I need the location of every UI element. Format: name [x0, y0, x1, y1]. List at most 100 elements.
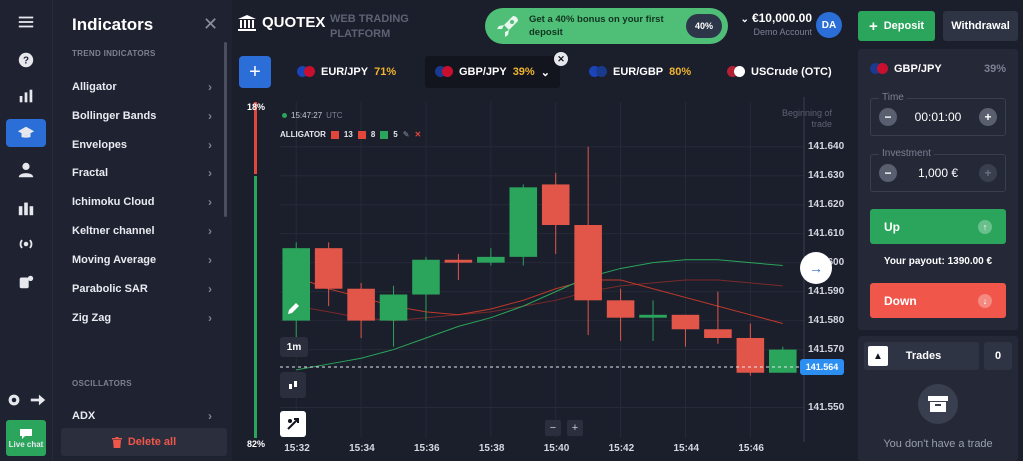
- avatar[interactable]: DA: [816, 12, 842, 38]
- tab-eur-jpy[interactable]: EUR/JPY 71%: [287, 56, 406, 88]
- selected-asset-label: GBP/JPY: [894, 63, 942, 75]
- tab-uscrude-otc[interactable]: USCrude (OTC): [717, 56, 846, 88]
- balance-dropdown[interactable]: ⌄ €10,000.00 Demo Account: [732, 11, 812, 37]
- y-tick-label: 141.630: [808, 169, 845, 181]
- indicator-item[interactable]: Bollinger Bands ›: [72, 105, 212, 127]
- chevron-down-icon: ⌄: [740, 14, 749, 25]
- indicator-item[interactable]: Keltner channel ›: [72, 220, 212, 242]
- pair-flag-icon: [435, 66, 453, 78]
- pencil-icon: [288, 303, 299, 314]
- tab-label: USCrude (OTC): [751, 66, 832, 78]
- bonus-text: Get a 40% bonus on your first deposit: [529, 14, 664, 38]
- timeframe-button[interactable]: 1m: [280, 337, 308, 357]
- y-tick-label: 141.640: [808, 140, 845, 152]
- candle-down: [574, 224, 602, 301]
- chart-type-button[interactable]: [280, 372, 306, 398]
- pair-flag-icon: [589, 66, 607, 78]
- tab-gbp-jpy[interactable]: GBP/JPY 39% ⌄: [425, 56, 560, 88]
- indicator-label: Fractal: [72, 167, 109, 179]
- indicators-tool-button[interactable]: [280, 411, 306, 437]
- draw-tool-button[interactable]: [280, 296, 306, 322]
- caret-up-icon[interactable]: ▲: [868, 346, 888, 366]
- live-chat-button[interactable]: Live chat: [6, 420, 46, 456]
- live-dot-icon: [282, 113, 287, 118]
- profile-icon[interactable]: [6, 156, 46, 184]
- deposit-button[interactable]: + Deposit: [858, 11, 935, 41]
- y-tick-label: 141.620: [808, 198, 845, 210]
- help-icon[interactable]: ?: [6, 46, 46, 74]
- down-label: Down: [884, 293, 917, 308]
- delete-all-button[interactable]: Delete all: [61, 428, 227, 456]
- candles: [282, 146, 797, 376]
- candle-down: [671, 314, 700, 330]
- indicator-item[interactable]: Zig Zag ›: [72, 307, 212, 329]
- up-button[interactable]: Up ↑: [870, 209, 1006, 244]
- indicator-item[interactable]: Fractal ›: [72, 162, 212, 184]
- trades-header[interactable]: ▲ Trades: [864, 342, 979, 370]
- teeth-swatch: [357, 130, 366, 139]
- lips-swatch: [380, 130, 389, 139]
- y-tick-label: 141.610: [808, 227, 845, 239]
- logout-icon[interactable]: [26, 386, 50, 414]
- chevron-right-icon: ›: [208, 282, 212, 296]
- indicator-item[interactable]: ADX ›: [72, 405, 212, 427]
- remove-indicator-icon[interactable]: ✕: [414, 130, 421, 139]
- close-tab-icon[interactable]: ✕: [554, 52, 568, 66]
- left-rail: ? Live chat: [0, 0, 52, 461]
- selected-asset[interactable]: GBP/JPY: [870, 63, 942, 75]
- time-increase-button[interactable]: +: [979, 108, 997, 126]
- education-icon[interactable]: [6, 119, 46, 147]
- zoom-out-button[interactable]: −: [545, 420, 561, 436]
- x-tick-label: 15:38: [478, 443, 505, 454]
- down-button[interactable]: Down ↓: [870, 283, 1006, 318]
- investment-increase-button[interactable]: +: [979, 164, 997, 182]
- settings-icon[interactable]: [2, 386, 26, 414]
- indicator-item[interactable]: Alligator ›: [72, 76, 212, 98]
- bonus-banner[interactable]: Get a 40% bonus on your first deposit 40…: [485, 8, 728, 44]
- x-tick-label: 15:40: [543, 443, 570, 454]
- indicator-label: Ichimoku Cloud: [72, 196, 155, 208]
- trash-icon: [111, 436, 122, 448]
- panel-scrollbar[interactable]: [224, 42, 227, 217]
- tab-label: EUR/GBP: [613, 66, 664, 78]
- selected-asset-payout: 39%: [983, 63, 1006, 75]
- edit-icon[interactable]: ✎: [403, 130, 410, 139]
- chevron-right-icon: ›: [208, 409, 212, 423]
- chevron-right-icon: ›: [208, 311, 212, 325]
- x-tick-label: 15:36: [413, 443, 440, 454]
- investment-field[interactable]: Investment − 1,000 € +: [870, 148, 1006, 192]
- candle-down: [541, 184, 570, 225]
- indicator-label: Keltner channel: [72, 225, 155, 237]
- tab-eur-gbp[interactable]: EUR/GBP 80%: [579, 56, 701, 88]
- alligator-legend: ALLIGATOR 13 8 5 ✎ ✕: [280, 130, 421, 139]
- chevron-right-icon: ›: [208, 195, 212, 209]
- withdrawal-button[interactable]: Withdrawal: [943, 11, 1018, 41]
- menu-icon[interactable]: [6, 8, 46, 36]
- close-icon[interactable]: ✕: [203, 14, 218, 35]
- indicator-item[interactable]: Ichimoku Cloud ›: [72, 191, 212, 213]
- zoom-in-button[interactable]: +: [567, 420, 583, 436]
- achievements-icon[interactable]: [6, 268, 46, 296]
- indicator-label: Parabolic SAR: [72, 283, 148, 295]
- candle-type-icon: [289, 381, 297, 389]
- scroll-to-latest-button[interactable]: →: [800, 252, 832, 284]
- indicator-name: ALLIGATOR: [280, 130, 326, 139]
- lips-period: 5: [393, 130, 398, 139]
- indicator-item[interactable]: Moving Average ›: [72, 249, 212, 271]
- add-asset-button[interactable]: +: [239, 56, 271, 88]
- quotex-logo[interactable]: QUOTEX: [238, 14, 325, 31]
- indicators-tool-icon: [287, 418, 299, 430]
- x-tick-label: 15:32: [284, 443, 310, 454]
- x-tick-label: 15:44: [673, 443, 700, 454]
- indicator-item[interactable]: Envelopes ›: [72, 134, 212, 156]
- time-field[interactable]: Time − 00:01:00 +: [870, 92, 1006, 136]
- price-chart[interactable]: [244, 92, 849, 461]
- market-icon[interactable]: [6, 194, 46, 222]
- y-tick-label: 141.580: [808, 314, 845, 326]
- trades-panel: ▲ Trades 0 You don't have a trade: [858, 336, 1018, 461]
- indicator-item[interactable]: Parabolic SAR ›: [72, 278, 212, 300]
- chart-bars-icon[interactable]: [6, 82, 46, 110]
- signals-icon[interactable]: [6, 230, 46, 258]
- chevron-down-icon: ⌄: [540, 66, 550, 79]
- payout-text: Your payout: 1390.00 €: [883, 256, 993, 267]
